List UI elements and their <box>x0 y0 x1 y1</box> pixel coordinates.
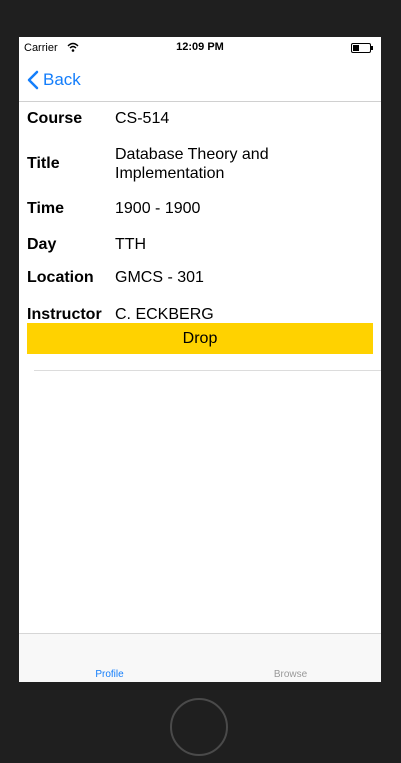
divider <box>34 370 381 371</box>
drop-button[interactable]: Drop <box>27 323 373 354</box>
instructor-value: C. ECKBERG <box>115 306 214 323</box>
back-chevron-icon <box>27 70 39 90</box>
course-label: Course <box>27 109 83 127</box>
status-bar: Carrier 12:09 PM <box>19 37 381 57</box>
location-label: Location <box>27 268 94 286</box>
app-screen: Carrier 12:09 PM Back Course CS-514 Titl… <box>19 37 381 682</box>
detail-row-location: Location GMCS - 301 <box>27 268 373 287</box>
home-button[interactable] <box>170 698 228 756</box>
tab-profile[interactable]: Profile <box>19 669 200 680</box>
instructor-label: Instructor <box>27 305 102 323</box>
detail-row-instructor: Instructor C. ECKBERG <box>27 305 373 324</box>
day-value: TTH <box>115 236 147 253</box>
title-label: Title <box>27 155 60 172</box>
title-value: Database Theory and Implementation <box>115 146 269 182</box>
battery-icon <box>351 43 373 53</box>
navigation-bar: Back <box>19 57 381 102</box>
detail-row-course: Course CS-514 <box>27 109 373 128</box>
tab-browse[interactable]: Browse <box>200 669 381 680</box>
day-label: Day <box>27 235 57 253</box>
status-time: 12:09 PM <box>176 41 224 53</box>
course-value: CS-514 <box>115 110 170 127</box>
tab-bar: Profile Browse <box>19 633 381 682</box>
back-label: Back <box>43 70 81 89</box>
location-value: GMCS - 301 <box>115 269 204 286</box>
back-button[interactable]: Back <box>27 69 81 91</box>
time-label: Time <box>27 199 65 217</box>
detail-row-time: Time 1900 - 1900 <box>27 199 373 218</box>
time-value: 1900 - 1900 <box>115 200 201 217</box>
detail-row-day: Day TTH <box>27 235 373 254</box>
detail-row-title: Title Database Theory and Implementation <box>27 145 373 183</box>
